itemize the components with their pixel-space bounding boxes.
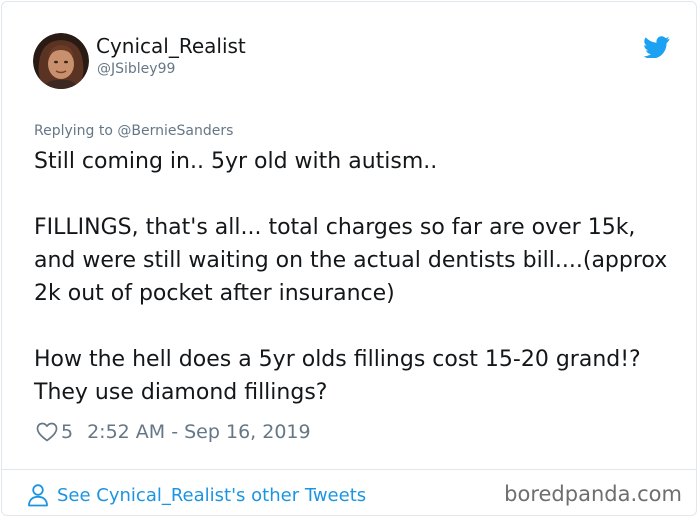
tweet-paragraph: Still coming in.. 5yr old with autism..: [34, 149, 438, 174]
tweet-timestamp[interactable]: 2:52 AM - Sep 16, 2019: [87, 421, 311, 443]
other-tweets-label: See Cynical_Realist's other Tweets: [57, 484, 367, 506]
person-icon: [28, 484, 48, 507]
heart-icon[interactable]: [35, 420, 59, 444]
tweet-paragraph: How the hell does a 5yr olds fillings co…: [34, 347, 641, 405]
tweet-paragraph: FILLINGS, that's all... total charges so…: [34, 215, 668, 306]
tweet-card: Cynical_Realist @JSibley99 Replying to @…: [1, 1, 697, 516]
avatar-photo-icon: [33, 33, 89, 89]
watermark: boredpanda.com: [504, 482, 682, 506]
twitter-bird-icon[interactable]: [644, 36, 670, 58]
replying-to-label: Replying to: [34, 123, 113, 139]
tweet-meta: 5 2:52 AM - Sep 16, 2019: [35, 418, 311, 446]
footer-divider: [2, 469, 696, 470]
author-handle[interactable]: @JSibley99: [97, 61, 175, 77]
reply-mention-link[interactable]: @BernieSanders: [117, 123, 233, 139]
tweet-text: Still coming in.. 5yr old with autism.. …: [34, 145, 674, 409]
author-name[interactable]: Cynical_Realist: [96, 34, 246, 58]
avatar[interactable]: [33, 33, 89, 89]
other-tweets-link[interactable]: See Cynical_Realist's other Tweets: [27, 482, 366, 508]
like-count[interactable]: 5: [61, 421, 73, 443]
replying-to: Replying to @BernieSanders: [34, 123, 233, 139]
